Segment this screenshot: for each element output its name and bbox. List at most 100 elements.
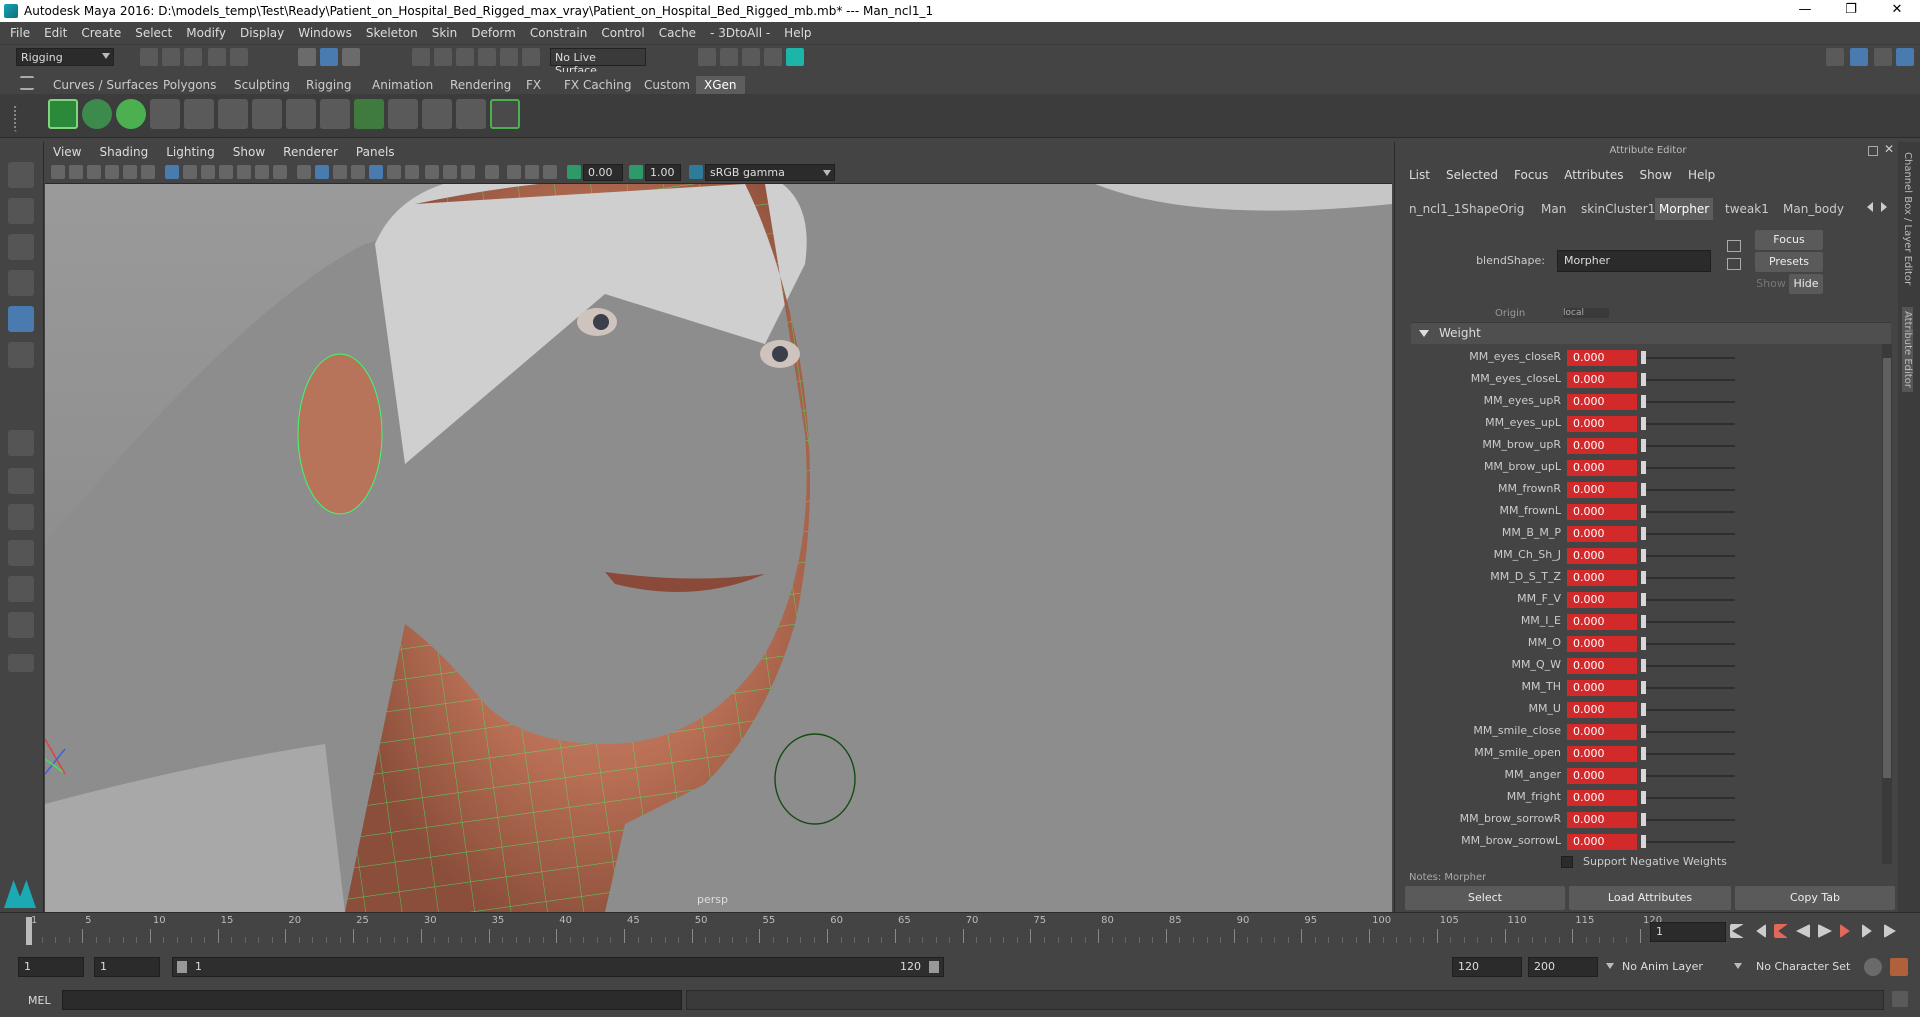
- play-backwards-icon[interactable]: [1796, 924, 1810, 938]
- weight-value-input[interactable]: 0.000: [1567, 614, 1637, 630]
- screen-space-ao-icon[interactable]: [425, 165, 439, 179]
- redo-icon[interactable]: [230, 48, 248, 66]
- weight-value-input[interactable]: 0.000: [1567, 350, 1637, 366]
- weight-slider-handle[interactable]: [1641, 351, 1646, 364]
- origin-value[interactable]: local: [1563, 308, 1609, 318]
- shelf-tab-rendering[interactable]: Rendering: [442, 76, 519, 94]
- menu-constrain[interactable]: Constrain: [530, 26, 588, 40]
- menu-file[interactable]: File: [10, 26, 30, 40]
- focus-button[interactable]: Focus: [1755, 230, 1823, 250]
- maximize-button[interactable]: ❐: [1828, 0, 1874, 22]
- weight-slider-track[interactable]: [1641, 731, 1735, 733]
- range-slider[interactable]: 1 120: [172, 957, 944, 977]
- weight-value-input[interactable]: 0.000: [1567, 658, 1637, 674]
- step-back-frame-icon[interactable]: [1774, 924, 1788, 938]
- 3d-scene[interactable]: [45, 174, 1392, 912]
- ae-menu-help[interactable]: Help: [1688, 168, 1715, 182]
- default-material-icon[interactable]: [333, 165, 347, 179]
- weight-slider-handle[interactable]: [1641, 791, 1646, 804]
- weight-section-header[interactable]: Weight: [1411, 322, 1891, 344]
- weight-slider-track[interactable]: [1641, 621, 1735, 623]
- blendshape-name-input[interactable]: Morpher: [1557, 250, 1711, 272]
- presets-button[interactable]: Presets: [1755, 252, 1823, 272]
- weight-slider-track[interactable]: [1641, 467, 1735, 469]
- weight-slider-track[interactable]: [1641, 577, 1735, 579]
- mel-label[interactable]: MEL: [28, 994, 51, 1007]
- save-scene-icon[interactable]: [184, 48, 202, 66]
- workspace-layout-icon[interactable]: [1826, 48, 1844, 66]
- weight-value-input[interactable]: 0.000: [1567, 482, 1637, 498]
- weight-slider-track[interactable]: [1641, 357, 1735, 359]
- xgen-guide-lock-icon[interactable]: [286, 99, 316, 129]
- xgen-primitive-icon[interactable]: [116, 99, 146, 129]
- lasso-tool-icon[interactable]: [8, 198, 34, 224]
- snap-view-icon[interactable]: [478, 48, 496, 66]
- anti-alias-icon[interactable]: [461, 165, 475, 179]
- tab-skincluster1[interactable]: skinCluster1: [1577, 198, 1659, 220]
- tab-man-body[interactable]: Man_body: [1779, 198, 1848, 220]
- tab-scroll-right-icon[interactable]: [1881, 202, 1887, 212]
- colorspace-dropdown[interactable]: sRGB gamma: [705, 164, 835, 181]
- shelf-tab-xgen[interactable]: XGen: [696, 76, 745, 94]
- weight-slider-track[interactable]: [1641, 643, 1735, 645]
- weight-slider-handle[interactable]: [1641, 769, 1646, 782]
- two-pane-layout-icon[interactable]: [8, 504, 34, 530]
- input-connection-icon[interactable]: [1727, 240, 1741, 252]
- film-gate-icon[interactable]: [183, 165, 197, 179]
- close-panel-icon[interactable]: ✕: [1884, 142, 1894, 156]
- outliner-layout-icon[interactable]: [8, 540, 34, 566]
- image-plane-icon[interactable]: [105, 165, 119, 179]
- weight-slider-handle[interactable]: [1641, 835, 1646, 848]
- menu-help[interactable]: Help: [784, 26, 811, 40]
- select-button[interactable]: Select: [1405, 886, 1565, 910]
- menu-select[interactable]: Select: [135, 26, 172, 40]
- isolate-select-icon[interactable]: [485, 165, 499, 179]
- weight-value-input[interactable]: 0.000: [1567, 834, 1637, 850]
- hide-button[interactable]: Hide: [1789, 274, 1823, 294]
- xgen-eye-icon[interactable]: [82, 99, 112, 129]
- step-forward-frame-icon[interactable]: [1840, 924, 1850, 938]
- snap-point-icon[interactable]: [456, 48, 474, 66]
- xray-icon[interactable]: [507, 165, 521, 179]
- menu-control[interactable]: Control: [601, 26, 644, 40]
- xgen-editor-icon[interactable]: [48, 99, 78, 129]
- weight-slider-track[interactable]: [1641, 797, 1735, 799]
- four-pane-layout-icon[interactable]: [8, 468, 34, 494]
- playback-end-input[interactable]: 120: [1452, 957, 1522, 977]
- xgen-guide-visibility-icon[interactable]: [252, 99, 282, 129]
- color-management-icon[interactable]: [689, 165, 703, 179]
- weight-slider-handle[interactable]: [1641, 813, 1646, 826]
- step-forward-key-icon[interactable]: [1862, 924, 1872, 938]
- weight-slider-track[interactable]: [1641, 687, 1735, 689]
- select-hierarchy-icon[interactable]: [298, 48, 316, 66]
- wireframe-icon[interactable]: [297, 165, 311, 179]
- menuset-dropdown[interactable]: Rigging: [16, 48, 114, 66]
- weight-slider-track[interactable]: [1641, 489, 1735, 491]
- single-pane-layout-icon[interactable]: [8, 430, 34, 456]
- vp-menu-shading[interactable]: Shading: [99, 145, 148, 159]
- menu-skeleton[interactable]: Skeleton: [366, 26, 418, 40]
- weight-value-input[interactable]: 0.000: [1567, 724, 1637, 740]
- shelf-tab-rigging[interactable]: Rigging: [298, 76, 359, 94]
- weight-slider-handle[interactable]: [1641, 681, 1646, 694]
- weight-value-input[interactable]: 0.000: [1567, 636, 1637, 652]
- use-all-lights-icon[interactable]: [387, 165, 401, 179]
- viewport-panel[interactable]: View Shading Lighting Show Renderer Pane…: [45, 142, 1392, 912]
- tab-shape-orig[interactable]: n_ncl1_1ShapeOrig: [1405, 198, 1528, 220]
- xgen-preview-icon[interactable]: [456, 99, 486, 129]
- ae-menu-selected[interactable]: Selected: [1446, 168, 1498, 182]
- weight-value-input[interactable]: 0.000: [1567, 416, 1637, 432]
- resolution-gate-icon[interactable]: [201, 165, 215, 179]
- attribute-editor-toggle-icon[interactable]: [1850, 48, 1868, 66]
- weight-value-input[interactable]: 0.000: [1567, 702, 1637, 718]
- weight-slider-handle[interactable]: [1641, 527, 1646, 540]
- render-view-icon[interactable]: [720, 48, 738, 66]
- weight-value-input[interactable]: 0.000: [1567, 394, 1637, 410]
- current-time-marker[interactable]: [26, 917, 32, 945]
- output-connection-icon[interactable]: [1727, 258, 1741, 270]
- select-object-icon[interactable]: [320, 48, 338, 66]
- move-tool-icon[interactable]: [8, 270, 34, 296]
- menu-create[interactable]: Create: [81, 26, 121, 40]
- weight-slider-handle[interactable]: [1641, 637, 1646, 650]
- bookmark-icon[interactable]: [87, 165, 101, 179]
